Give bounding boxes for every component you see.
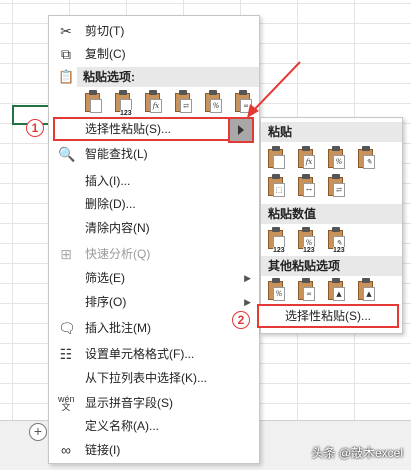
values-source-format-icon[interactable]: ✎ 123 bbox=[326, 227, 346, 254]
submenu-paste-header: 粘贴 bbox=[261, 122, 402, 142]
submenu-paste-icons: fx % ✎ ⬚ ↔ ⇄ bbox=[266, 146, 398, 198]
transpose-icon[interactable]: ⇄ bbox=[326, 174, 346, 198]
values-icon[interactable]: 123 bbox=[266, 227, 286, 254]
callout-one: 1 bbox=[26, 119, 44, 137]
no-borders-icon[interactable]: ⬚ bbox=[266, 174, 286, 198]
keep-source-format-icon[interactable]: ✎ bbox=[356, 146, 376, 170]
submenu-other-paste-icons: % ∞ ▲ ▲ bbox=[266, 278, 398, 304]
callout-two: 2 bbox=[232, 311, 250, 329]
paste-link-icon[interactable]: ∞ bbox=[296, 278, 316, 302]
values-number-format-icon[interactable]: % 123 bbox=[296, 227, 316, 254]
submenu-paste-special-item[interactable]: 选择性粘贴(S)... bbox=[257, 304, 399, 328]
submenu-paste-values-header: 粘贴数值 bbox=[261, 204, 402, 224]
linked-picture-icon[interactable]: ▲ bbox=[356, 278, 376, 302]
paste-formulas-icon[interactable]: fx bbox=[296, 146, 316, 170]
formatting-icon[interactable]: % bbox=[266, 278, 286, 302]
submenu-other-paste-header: 其他粘贴选项 bbox=[261, 256, 402, 276]
picture-icon[interactable]: ▲ bbox=[326, 278, 346, 302]
paste-special-submenu: 粘贴 fx % ✎ ⬚ ↔ ⇄ 粘贴数值 123 % 123 ✎ 123 其他粘贴选… bbox=[257, 117, 403, 334]
paste-icon[interactable] bbox=[266, 146, 286, 170]
submenu-paste-values-icons: 123 % 123 ✎ 123 bbox=[266, 227, 398, 254]
paste-formulas-number-format-icon[interactable]: % bbox=[326, 146, 346, 170]
keep-column-width-icon[interactable]: ↔ bbox=[296, 174, 316, 198]
